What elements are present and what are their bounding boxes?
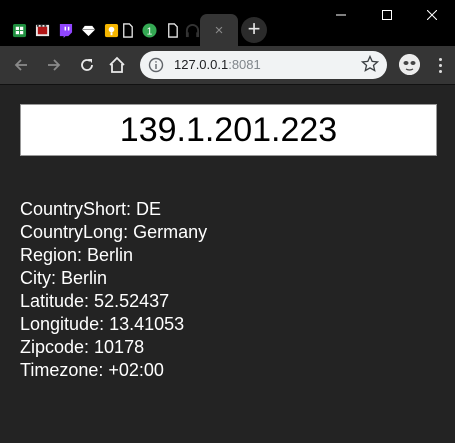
tab-twitch[interactable] xyxy=(54,14,77,46)
profile-avatar[interactable] xyxy=(399,54,420,75)
headphones-icon xyxy=(185,23,200,37)
url-host: 127.0.0.1 xyxy=(174,57,229,72)
info-icon[interactable] xyxy=(148,57,164,73)
tab-diamond[interactable] xyxy=(77,14,100,46)
longitude-line: Longitude: 13.41053 xyxy=(20,314,185,334)
tab-notification[interactable]: 1 xyxy=(138,14,161,46)
arrow-left-icon xyxy=(14,59,27,71)
ip-address-display: 139.1.201.223 xyxy=(20,104,437,156)
avatar-icon xyxy=(399,54,420,75)
menu-dot xyxy=(438,63,442,67)
menu-button[interactable] xyxy=(433,54,447,76)
city-line: City: Berlin xyxy=(20,268,108,288)
star-icon[interactable] xyxy=(361,55,379,73)
menu-dot xyxy=(438,69,442,73)
url-port: :8081 xyxy=(228,57,261,72)
tab-film[interactable] xyxy=(31,14,54,46)
spreadsheet-icon xyxy=(12,23,27,37)
address-bar[interactable]: 127.0.0.1:8081 xyxy=(140,51,387,79)
home-button[interactable] xyxy=(104,52,130,78)
tab-document-1[interactable] xyxy=(116,14,139,46)
maximize-icon xyxy=(382,10,392,20)
new-tab-button[interactable]: + xyxy=(241,17,267,43)
minimize-icon xyxy=(336,14,346,16)
geo-info-list: CountryShort: DE CountryLong: Germany Re… xyxy=(20,198,207,382)
region-line: Region: Berlin xyxy=(20,245,134,265)
reload-button[interactable] xyxy=(74,52,100,78)
country-short-line: CountryShort: DE xyxy=(20,199,162,219)
home-icon xyxy=(109,56,125,73)
notification-badge: 1 xyxy=(147,26,153,37)
notification-icon: 1 xyxy=(142,22,157,38)
forward-button[interactable] xyxy=(41,52,67,78)
back-button[interactable] xyxy=(8,52,34,78)
url-text: 127.0.0.1:8081 xyxy=(174,57,261,72)
tab-strip: 1 × + xyxy=(0,0,455,46)
latitude-line: Latitude: 52.52437 xyxy=(20,291,170,311)
maximize-button[interactable] xyxy=(364,0,410,30)
zipcode-line: Zipcode: 10178 xyxy=(20,337,145,357)
menu-dot xyxy=(438,57,442,61)
film-icon xyxy=(35,24,50,36)
reload-icon xyxy=(81,59,93,71)
document-icon xyxy=(123,22,133,38)
timezone-line: Timezone: +02:00 xyxy=(20,360,164,380)
browser-toolbar: 127.0.0.1:8081 xyxy=(0,46,455,85)
close-tab-icon[interactable]: × xyxy=(215,22,224,39)
twitch-icon xyxy=(59,23,73,38)
document-icon xyxy=(168,22,178,38)
arrow-right-icon xyxy=(48,59,61,71)
close-window-button[interactable] xyxy=(409,0,455,30)
country-long-line: CountryLong: Germany xyxy=(20,222,208,242)
diamond-icon xyxy=(81,25,96,36)
minimize-button[interactable] xyxy=(318,0,364,30)
close-icon xyxy=(427,10,437,20)
tab-spreadsheet[interactable] xyxy=(8,14,31,46)
tab-active[interactable]: × xyxy=(200,14,238,46)
